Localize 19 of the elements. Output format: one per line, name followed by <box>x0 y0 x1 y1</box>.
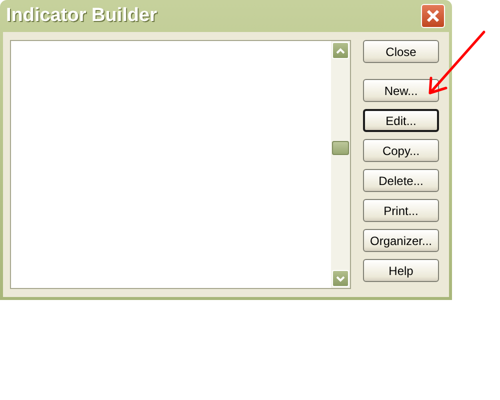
annotation-arrow <box>428 30 486 94</box>
dialog-button[interactable]: New... <box>363 79 439 102</box>
scroll-thumb[interactable] <box>332 141 349 155</box>
dialog-button[interactable]: Close <box>363 40 439 63</box>
indicator-list[interactable] <box>10 40 351 289</box>
dialog-button[interactable]: Delete... <box>363 169 439 192</box>
scroll-down-button[interactable] <box>332 270 349 287</box>
close-icon <box>426 9 440 23</box>
up-chevron-icon <box>336 48 345 54</box>
down-chevron-icon <box>336 276 345 282</box>
dialog-button[interactable]: Print... <box>363 199 439 222</box>
window-title: Indicator Builder <box>6 5 157 27</box>
scrollbar[interactable] <box>331 41 350 288</box>
dialog-button[interactable]: Copy... <box>363 139 439 162</box>
close-button[interactable] <box>421 4 445 28</box>
dialog-button[interactable]: Help <box>363 259 439 282</box>
dialog-button[interactable]: Edit... <box>363 109 439 132</box>
scroll-up-button[interactable] <box>332 42 349 59</box>
dialog-button[interactable]: Organizer... <box>363 229 439 252</box>
